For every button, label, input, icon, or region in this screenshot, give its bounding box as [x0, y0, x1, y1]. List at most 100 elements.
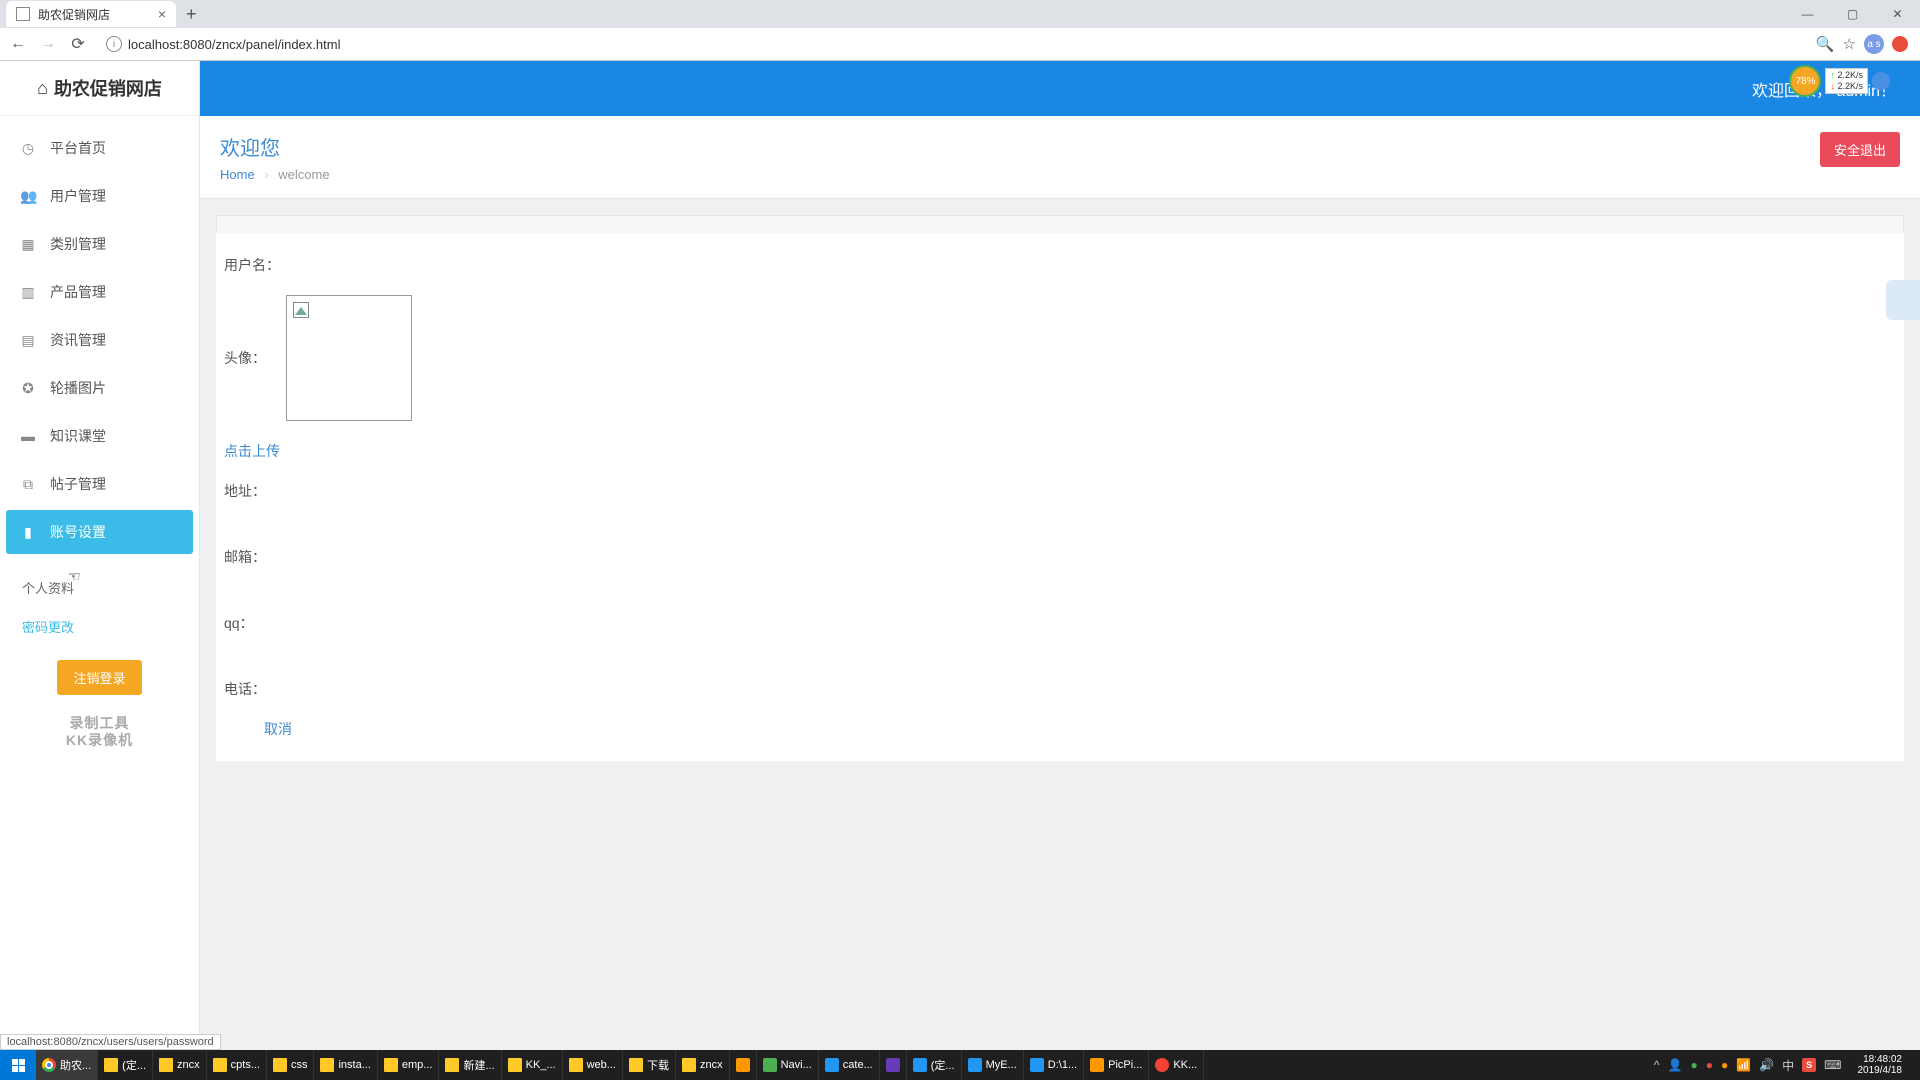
taskbar-item[interactable]: 下载: [623, 1050, 676, 1080]
category-icon: ▦: [20, 236, 36, 253]
taskbar-item[interactable]: (定...: [907, 1050, 962, 1080]
new-tab-button[interactable]: +: [186, 4, 197, 25]
taskbar-item-label: 下载: [647, 1057, 669, 1073]
main-area: 78% 2.2K/s 2.2K/s 欢迎回来， admin！ 欢迎您 Home …: [200, 61, 1920, 1051]
dashboard-icon: ◷: [20, 140, 36, 157]
sub-nav-profile[interactable]: 个人资料: [8, 568, 199, 607]
breadcrumb-home-link[interactable]: Home: [220, 167, 255, 182]
nav-user-mgmt[interactable]: 👥用户管理: [6, 174, 193, 218]
tray-up-icon[interactable]: ^: [1654, 1058, 1660, 1072]
window-close-button[interactable]: ✕: [1875, 0, 1920, 28]
taskbar-item[interactable]: cpts...: [207, 1050, 267, 1080]
taskbar-item[interactable]: D:\1...: [1024, 1050, 1084, 1080]
taskbar-item[interactable]: zncx: [153, 1050, 207, 1080]
taskbar-item[interactable]: 新建...: [439, 1050, 501, 1080]
upload-link[interactable]: 点击上传: [220, 431, 284, 471]
taskbar-item[interactable]: (定...: [98, 1050, 153, 1080]
taskbar-clock[interactable]: 18:48:02 2019/4/18: [1850, 1054, 1911, 1076]
window-maximize-button[interactable]: ▢: [1830, 0, 1875, 28]
taskbar-item[interactable]: 助农...: [36, 1050, 98, 1080]
nav-label: 账号设置: [50, 522, 106, 542]
nav-news-mgmt[interactable]: ▤资讯管理: [6, 318, 193, 362]
taskbar-item[interactable]: MyE...: [962, 1050, 1024, 1080]
news-icon: ▤: [20, 332, 36, 349]
taskbar-item[interactable]: Navi...: [757, 1050, 819, 1080]
perf-stats: 2.2K/s 2.2K/s: [1825, 68, 1868, 94]
profile-avatar-icon[interactable]: a s: [1864, 34, 1884, 54]
nav-post-mgmt[interactable]: ⧉帖子管理: [6, 462, 193, 506]
extension-icon[interactable]: [1892, 36, 1908, 52]
product-icon: ▥: [20, 284, 36, 301]
taskbar-item-label: web...: [587, 1059, 616, 1071]
side-collapse-tab[interactable]: [1886, 280, 1920, 320]
taskbar-item[interactable]: [880, 1050, 907, 1080]
taskbar-item[interactable]: web...: [563, 1050, 623, 1080]
performance-widget[interactable]: 78% 2.2K/s 2.2K/s: [1789, 65, 1890, 97]
tray-people-icon[interactable]: 👤: [1668, 1058, 1683, 1072]
tray-network-icon[interactable]: 📶: [1736, 1058, 1751, 1072]
tab-title: 助农促销网店: [38, 6, 110, 23]
logout-button[interactable]: 注销登录: [57, 660, 141, 695]
cancel-link[interactable]: 取消: [220, 709, 336, 749]
taskbar-item[interactable]: [730, 1050, 757, 1080]
nav-label: 类别管理: [50, 234, 106, 254]
username-row: 用户名：: [220, 245, 1900, 285]
safe-exit-button[interactable]: 安全退出: [1820, 132, 1900, 167]
nav-knowledge[interactable]: ▬知识课堂: [6, 414, 193, 458]
page-header: 欢迎您 Home › welcome 安全退出: [200, 116, 1920, 199]
window-controls: — ▢ ✕: [1785, 0, 1920, 28]
sub-nav-list: 个人资料 密码更改: [0, 568, 199, 646]
blue-icon: [825, 1058, 839, 1072]
nav-account-settings[interactable]: ▮账号设置: [6, 510, 193, 554]
browser-tab[interactable]: 助农促销网店 ×: [6, 1, 176, 27]
avatar-label: 头像：: [224, 348, 276, 368]
orange-icon: [1090, 1058, 1104, 1072]
tray-keyboard-icon[interactable]: ⌨: [1824, 1058, 1841, 1072]
taskbar-item[interactable]: KK_...: [502, 1050, 563, 1080]
taskbar-item[interactable]: cate...: [819, 1050, 880, 1080]
tray-cloud-icon[interactable]: ●: [1706, 1058, 1713, 1072]
nav-product-mgmt[interactable]: ▥产品管理: [6, 270, 193, 314]
folder-icon: [508, 1058, 522, 1072]
tray-volume-icon[interactable]: 🔊: [1759, 1058, 1774, 1072]
nav-platform-home[interactable]: ◷平台首页: [6, 126, 193, 170]
green-icon: [763, 1058, 777, 1072]
blue-icon: [913, 1058, 927, 1072]
taskbar-item-label: 助农...: [60, 1057, 91, 1073]
taskbar-item-label: cpts...: [231, 1059, 260, 1071]
tray-orange-icon[interactable]: ●: [1721, 1058, 1728, 1072]
bookmark-star-icon[interactable]: ☆: [1843, 35, 1856, 53]
folder-icon: [629, 1058, 643, 1072]
nav-carousel[interactable]: ✪轮播图片: [6, 366, 193, 410]
users-icon: 👥: [20, 188, 36, 205]
url-field[interactable]: i localhost:8080/zncx/panel/index.html: [96, 36, 1810, 52]
nav-category-mgmt[interactable]: ▦ 类别管理: [6, 222, 193, 266]
windows-taskbar: 助农...(定...zncxcpts...cssinsta...emp...新建…: [0, 1050, 1920, 1080]
tab-close-icon[interactable]: ×: [158, 6, 166, 22]
perf-up: 2.2K/s: [1830, 70, 1863, 81]
tray-ime-icon[interactable]: 中: [1782, 1057, 1794, 1074]
perf-accel-icon[interactable]: [1872, 72, 1890, 90]
tray-shield-icon[interactable]: ●: [1691, 1058, 1698, 1072]
zoom-icon[interactable]: 🔍: [1816, 35, 1835, 53]
nav-reload-button[interactable]: ⟳: [66, 32, 90, 56]
tray-sogou-icon[interactable]: S: [1802, 1058, 1816, 1072]
taskbar-item[interactable]: css: [267, 1050, 315, 1080]
taskbar-item[interactable]: emp...: [378, 1050, 440, 1080]
sub-nav-password[interactable]: 密码更改: [8, 607, 199, 646]
start-button[interactable]: [0, 1050, 36, 1080]
taskbar-item[interactable]: KK...: [1149, 1050, 1204, 1080]
page-favicon-icon: [16, 7, 30, 21]
taskbar-item[interactable]: PicPi...: [1084, 1050, 1149, 1080]
site-info-icon[interactable]: i: [106, 36, 122, 52]
taskbar-item[interactable]: insta...: [314, 1050, 377, 1080]
taskbar-item[interactable]: zncx: [676, 1050, 730, 1080]
breadcrumb: Home › welcome: [220, 167, 330, 182]
avatar-preview[interactable]: [286, 295, 412, 421]
nav-forward-button[interactable]: →: [36, 32, 60, 56]
logo-bar[interactable]: ⌂ 助农促销网店: [0, 61, 199, 116]
nav-label: 知识课堂: [50, 426, 106, 446]
nav-back-button[interactable]: ←: [6, 32, 30, 56]
clock-date: 2019/4/18: [1858, 1065, 1903, 1076]
window-minimize-button[interactable]: —: [1785, 0, 1830, 28]
